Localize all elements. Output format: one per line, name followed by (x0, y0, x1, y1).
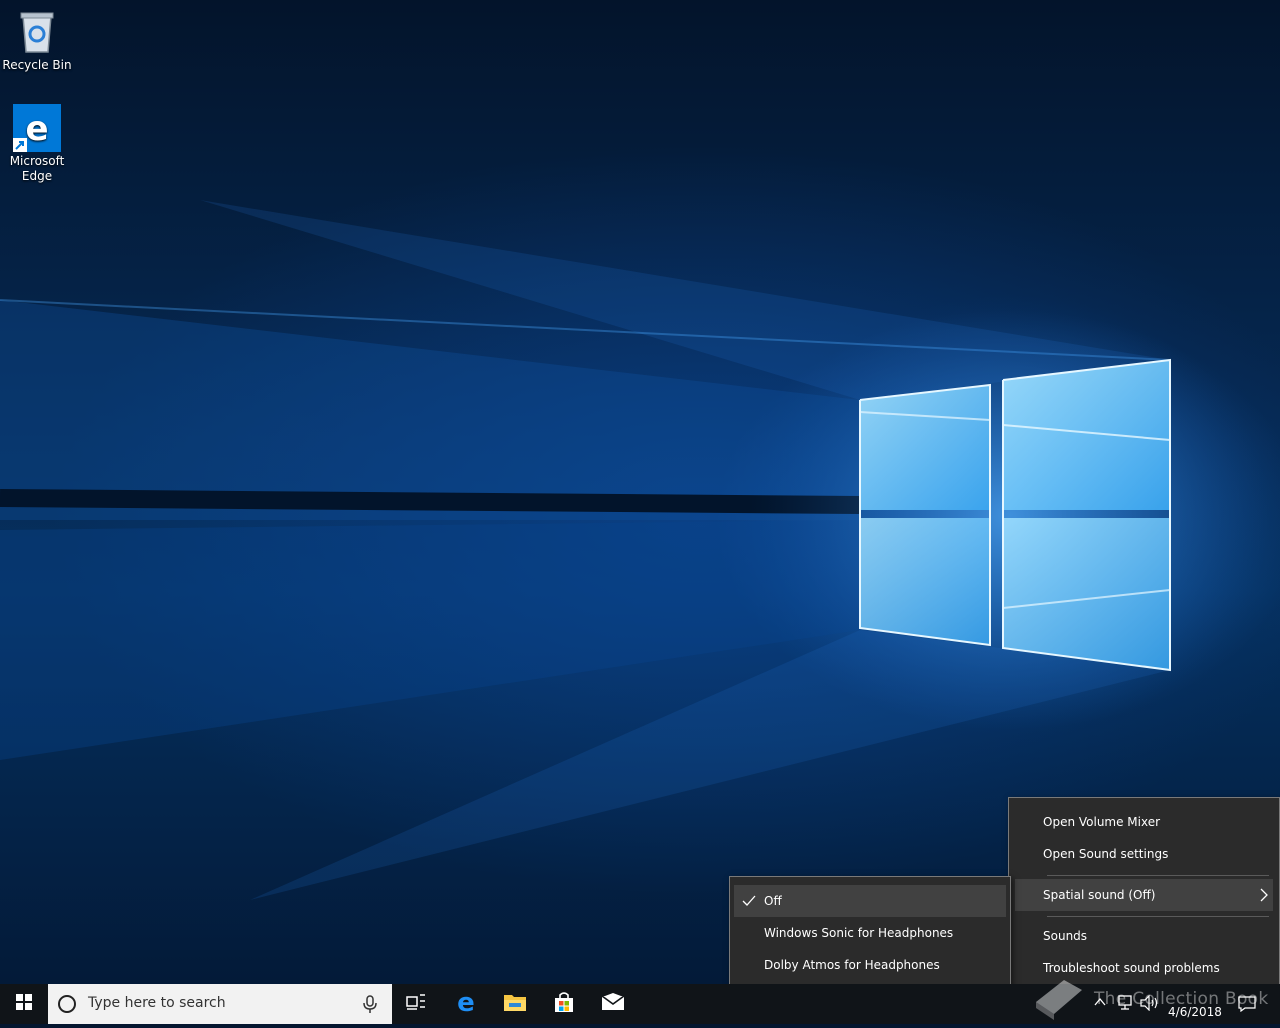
menu-item-label: Windows Sonic for Headphones (764, 926, 954, 940)
recycle-bin-icon (13, 8, 61, 56)
recycle-bin-label: Recycle Bin (2, 58, 72, 72)
desktop-icon-recycle-bin[interactable]: Recycle Bin (1, 8, 73, 73)
menu-item-label: Dolby Atmos for Headphones (764, 958, 940, 972)
menu-open-volume-mixer[interactable]: Open Volume Mixer (1009, 806, 1279, 838)
menu-separator (1047, 875, 1269, 876)
watermark-book-logo (1030, 972, 1090, 1024)
search-placeholder: Type here to search (88, 995, 226, 1011)
chevron-right-icon (1259, 887, 1269, 906)
edge-label-line1: Microsoft (9, 154, 65, 168)
taskbar-edge-button[interactable]: e (442, 984, 490, 1024)
submenu-off[interactable]: Off (734, 885, 1006, 917)
store-icon (553, 991, 575, 1017)
svg-text:e: e (457, 990, 475, 1014)
volume-context-menu: Open Volume Mixer Open Sound settings Sp… (1008, 797, 1280, 994)
watermark-text: The Collection Book (1094, 989, 1269, 1009)
svg-text:e: e (25, 109, 48, 149)
submenu-dolby-atmos[interactable]: Dolby Atmos for Headphones (730, 949, 1010, 981)
windows-logo-icon (16, 994, 32, 1014)
menu-separator (1047, 916, 1269, 917)
menu-open-sound-settings[interactable]: Open Sound settings (1009, 838, 1279, 870)
taskbar-store-button[interactable] (540, 984, 588, 1024)
menu-item-label: Spatial sound (Off) (1043, 888, 1156, 902)
edge-icon: e (13, 104, 61, 152)
task-view-button[interactable] (392, 984, 440, 1024)
submenu-windows-sonic[interactable]: Windows Sonic for Headphones (730, 917, 1010, 949)
menu-item-label: Sounds (1043, 929, 1088, 943)
mail-icon (601, 993, 625, 1015)
menu-item-label: Open Sound settings (1043, 847, 1169, 861)
start-button[interactable] (0, 984, 48, 1024)
menu-spatial-sound[interactable]: Spatial sound (Off) (1015, 879, 1273, 911)
desktop-icon-microsoft-edge[interactable]: e Microsoft Edge (1, 104, 73, 184)
menu-sounds[interactable]: Sounds (1009, 920, 1279, 952)
edge-label-line2: Edge (21, 169, 53, 183)
menu-item-label: Open Volume Mixer (1043, 815, 1161, 829)
edge-icon: e (454, 988, 478, 1018)
menu-item-label: Off (764, 894, 782, 908)
checkmark-icon (742, 894, 756, 911)
task-view-icon (406, 993, 426, 1015)
taskbar-file-explorer-button[interactable] (491, 984, 539, 1024)
file-explorer-icon (503, 992, 527, 1016)
spatial-sound-submenu: Off Windows Sonic for Headphones Dolby A… (729, 876, 1011, 990)
cortana-icon (58, 995, 76, 1013)
taskbar-mail-button[interactable] (589, 984, 637, 1024)
microphone-icon[interactable] (360, 994, 380, 1014)
search-input[interactable]: Type here to search (48, 984, 392, 1024)
